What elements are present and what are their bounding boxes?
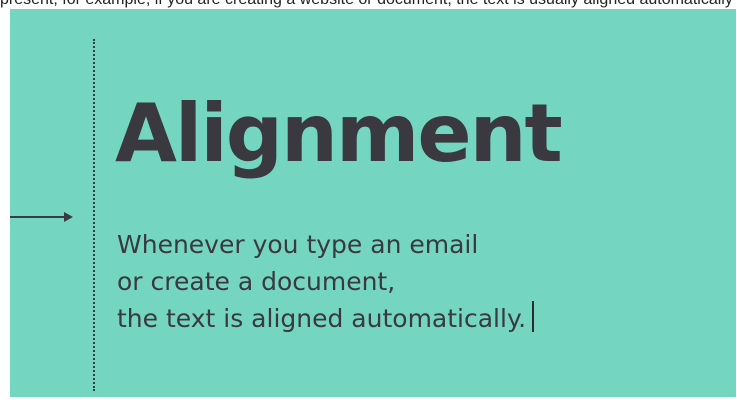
- body-line-3: the text is aligned automatically.: [117, 300, 535, 337]
- video-frame: present; for example, if you are creatin…: [0, 0, 737, 410]
- text-cursor: [532, 301, 535, 332]
- body-line-2: or create a document,: [117, 267, 396, 296]
- slide-body: Whenever you type an email or create a d…: [117, 226, 535, 337]
- body-line-3-text: the text is aligned automatically.: [117, 304, 527, 333]
- alignment-guide-line: [93, 39, 95, 391]
- slide: Alignment Whenever you type an email or …: [10, 9, 736, 397]
- slide-title: Alignment: [115, 87, 563, 180]
- arrow-head-icon: [64, 212, 73, 222]
- body-line-1: Whenever you type an email: [117, 230, 479, 259]
- arrow-icon: [10, 216, 66, 218]
